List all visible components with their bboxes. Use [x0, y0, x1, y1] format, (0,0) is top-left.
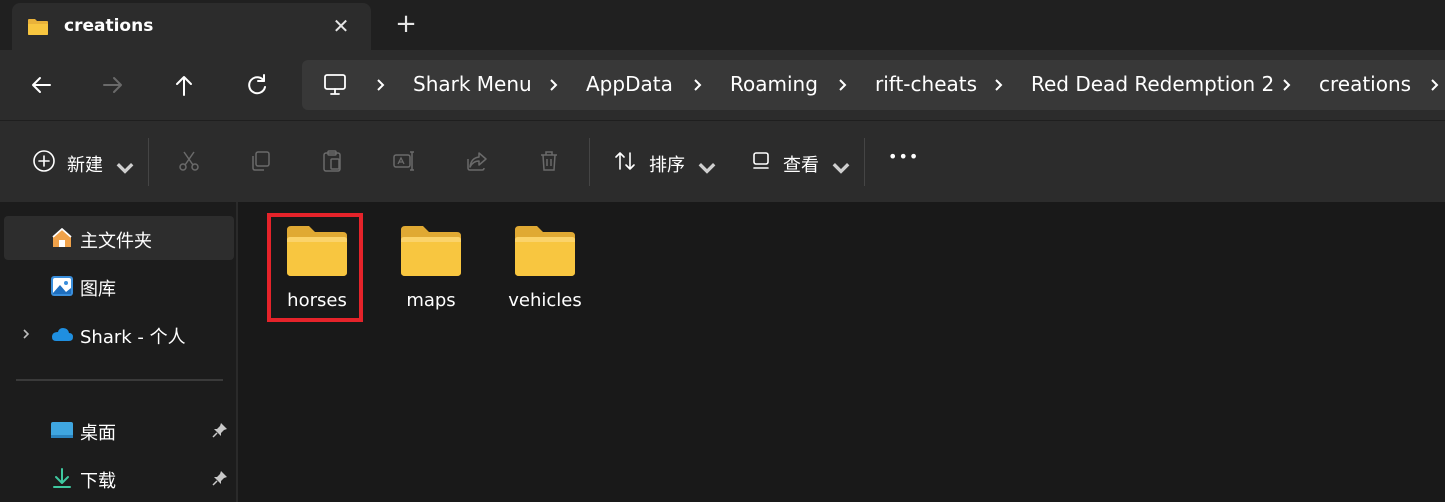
view-label: 查看	[783, 155, 819, 176]
sort-button[interactable]: 排序	[613, 149, 716, 177]
folder-icon	[287, 226, 347, 276]
share-button[interactable]	[465, 149, 489, 177]
arrow-up-icon	[176, 76, 192, 96]
arrow-left-icon	[32, 77, 51, 93]
up-button[interactable]	[169, 70, 199, 100]
toolbar-separator	[864, 138, 865, 186]
view-icon	[753, 152, 769, 169]
new-label: 新建	[67, 155, 103, 176]
command-bar: 新建 排序 查看 •••	[0, 120, 1445, 202]
tab-creations[interactable]: creations ✕	[12, 3, 371, 50]
new-tab-button[interactable]: +	[394, 11, 418, 37]
breadcrumb-item[interactable]: rift-cheats	[875, 72, 977, 96]
folder-icon	[28, 19, 48, 35]
breadcrumb-item[interactable]: Roaming	[730, 72, 818, 96]
chevron-right-icon	[1431, 79, 1439, 91]
folder-icon	[515, 226, 575, 276]
plus-circle-icon	[33, 150, 55, 172]
folder-name: horses	[287, 290, 347, 311]
tab-strip: creations ✕ +	[0, 0, 1445, 50]
breadcrumb-item-current[interactable]: creations	[1319, 72, 1411, 96]
sidebar-item-label: 桌面	[80, 423, 116, 444]
desktop-icon	[51, 422, 73, 438]
sidebar-item-label: 主文件夹	[80, 231, 152, 252]
address-bar[interactable]: Shark Menu AppData Roaming rift-cheats R…	[302, 60, 1445, 110]
pin-icon[interactable]	[212, 470, 228, 486]
sort-label: 排序	[649, 155, 685, 176]
chevron-right-icon	[694, 79, 702, 91]
pin-icon[interactable]	[212, 422, 228, 438]
folder-item-vehicles[interactable]: vehicles	[498, 216, 592, 321]
back-button[interactable]	[26, 70, 56, 100]
new-button[interactable]: 新建	[32, 149, 134, 177]
chevron-right-icon	[377, 79, 385, 91]
chevron-right-icon	[995, 79, 1003, 91]
arrow-right-icon	[103, 77, 122, 93]
copy-button[interactable]	[248, 149, 272, 177]
tab-title: creations	[64, 16, 154, 36]
folder-name: vehicles	[508, 290, 582, 311]
scissors-icon	[179, 151, 199, 171]
sort-icon	[615, 152, 635, 170]
file-list: horses maps vehicles	[238, 202, 1445, 502]
more-options-button[interactable]: •••	[888, 147, 920, 177]
folder-item-horses[interactable]: horses	[270, 216, 364, 321]
paste-button[interactable]	[320, 149, 344, 177]
sidebar-item-onedrive[interactable]: Shark - 个人	[4, 312, 234, 356]
chevron-down-icon	[116, 163, 134, 174]
forward-button[interactable]	[98, 70, 128, 100]
sidebar-item-label: 下载	[80, 471, 116, 492]
folder-icon	[401, 226, 461, 276]
sidebar-divider	[16, 379, 223, 381]
close-tab-button[interactable]: ✕	[330, 15, 352, 37]
sidebar-item-label: 图库	[80, 279, 116, 300]
toolbar-separator	[148, 138, 149, 186]
delete-button[interactable]	[537, 149, 561, 177]
breadcrumb-item[interactable]: Red Dead Redemption 2	[1031, 72, 1274, 96]
address-row: Shark Menu AppData Roaming rift-cheats R…	[0, 50, 1445, 120]
download-icon	[53, 468, 71, 488]
rename-icon	[393, 151, 414, 171]
refresh-icon	[248, 74, 266, 95]
copy-icon	[252, 151, 270, 171]
sidebar-item-desktop[interactable]: 桌面	[4, 408, 234, 452]
sidebar-item-downloads[interactable]: 下载	[4, 456, 234, 500]
refresh-button[interactable]	[242, 70, 272, 100]
cut-button[interactable]	[177, 149, 201, 177]
folder-item-maps[interactable]: maps	[384, 216, 478, 321]
chevron-down-icon	[698, 163, 716, 174]
view-button[interactable]: 查看	[749, 149, 850, 177]
share-icon	[467, 152, 487, 171]
home-icon	[52, 228, 72, 247]
computer-icon	[324, 74, 346, 95]
chevron-right-icon	[1283, 79, 1291, 91]
breadcrumb-item[interactable]: Shark Menu	[413, 72, 532, 96]
chevron-right-icon[interactable]	[20, 326, 32, 342]
gallery-icon	[51, 276, 73, 296]
onedrive-icon	[52, 328, 73, 341]
toolbar-separator	[589, 138, 590, 186]
chevron-down-icon	[832, 163, 850, 174]
sidebar-item-home[interactable]: 主文件夹	[4, 216, 234, 260]
chevron-right-icon	[839, 79, 847, 91]
rename-button[interactable]	[392, 149, 418, 177]
clipboard-icon	[323, 150, 341, 172]
navigation-pane: 主文件夹 图库 Shark - 个人 桌面 下载	[0, 202, 237, 502]
sidebar-item-label: Shark - 个人	[80, 327, 186, 348]
breadcrumb-item[interactable]: AppData	[586, 72, 673, 96]
sidebar-item-gallery[interactable]: 图库	[4, 264, 234, 308]
chevron-right-icon	[550, 79, 558, 91]
more-icon: •••	[888, 147, 920, 166]
trash-icon	[541, 151, 557, 171]
folder-name: maps	[406, 290, 456, 311]
